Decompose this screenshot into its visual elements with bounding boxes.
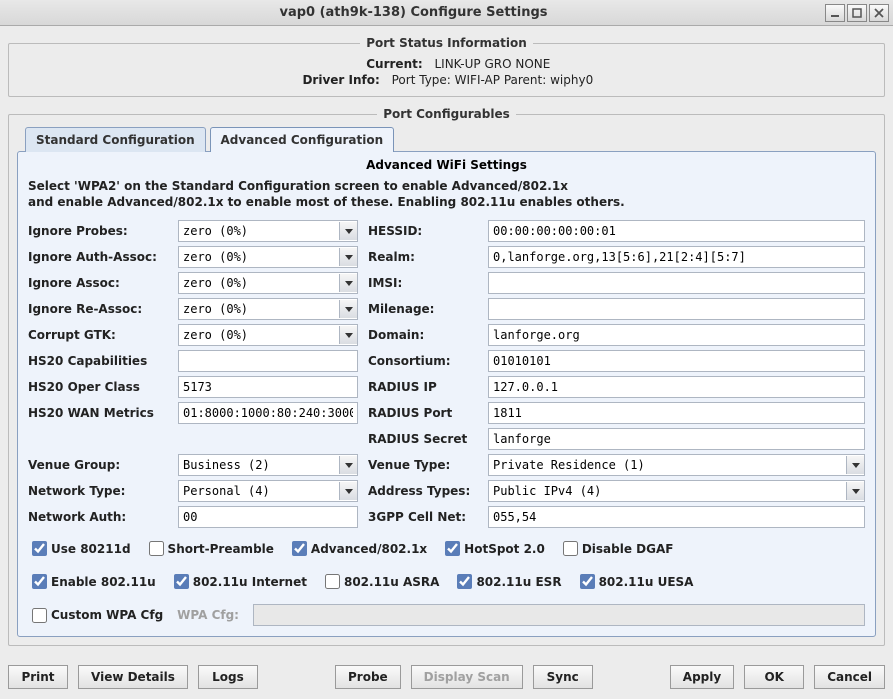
chevron-down-icon [846,482,864,500]
driver-info-label: Driver Info: [300,73,380,87]
chevron-down-icon [339,248,357,266]
sync-button[interactable]: Sync [533,665,593,689]
chevron-down-icon [339,482,357,500]
corrupt-gtk-label: Corrupt GTK: [28,328,168,342]
domain-label: Domain: [368,328,478,342]
titlebar: vap0 (ath9k-138) Configure Settings [0,0,893,26]
ignore-auth-assoc-combo[interactable]: zero (0%) [178,246,358,268]
hint-text: Select 'WPA2' on the Standard Configurat… [28,178,865,210]
hessid-label: HESSID: [368,224,478,238]
corrupt-gtk-combo[interactable]: zero (0%) [178,324,358,346]
ignore-re-assoc-label: Ignore Re-Assoc: [28,302,168,316]
disable-dgaf-checkbox[interactable]: Disable DGAF [559,538,674,559]
ignore-re-assoc-combo[interactable]: zero (0%) [178,298,358,320]
bottom-toolbar: Print View Details Logs Probe Display Sc… [8,665,885,689]
ignore-auth-assoc-label: Ignore Auth-Assoc: [28,250,168,264]
apply-button[interactable]: Apply [670,665,734,689]
radius-secret-label: RADIUS Secret [368,432,478,446]
ignore-assoc-combo[interactable]: zero (0%) [178,272,358,294]
milenage-field[interactable] [488,298,865,320]
imsi-field[interactable] [488,272,865,294]
hs20-wan-field[interactable] [178,402,358,424]
logs-button[interactable]: Logs [198,665,258,689]
radius-port-field[interactable] [488,402,865,424]
venue-type-label: Venue Type: [368,458,478,472]
network-type-combo[interactable]: Personal (4) [178,480,358,502]
network-type-label: Network Type: [28,484,168,498]
advanced-wifi-title: Advanced WiFi Settings [28,158,865,172]
chevron-down-icon [339,456,357,474]
consortium-label: Consortium: [368,354,478,368]
close-button[interactable] [869,4,889,22]
chevron-down-icon [339,222,357,240]
port-status-legend: Port Status Information [360,36,533,50]
radius-secret-field[interactable] [488,428,865,450]
hs20-oper-label: HS20 Oper Class [28,380,168,394]
venue-group-combo[interactable]: Business (2) [178,454,358,476]
print-button[interactable]: Print [8,665,68,689]
view-details-button[interactable]: View Details [78,665,188,689]
port-configurables-legend: Port Configurables [377,107,516,121]
consortium-field[interactable] [488,350,865,372]
maximize-button[interactable] [847,4,867,22]
hs20-cap-label: HS20 Capabilities [28,354,168,368]
gpp-cell-label: 3GPP Cell Net: [368,510,478,524]
imsi-label: IMSI: [368,276,478,290]
ignore-assoc-label: Ignore Assoc: [28,276,168,290]
probe-button[interactable]: Probe [335,665,401,689]
ignore-probes-combo[interactable]: zero (0%) [178,220,358,242]
tab-standard[interactable]: Standard Configuration [25,127,206,152]
domain-field[interactable] [488,324,865,346]
80211u-esr-checkbox[interactable]: 802.11u ESR [453,571,561,592]
realm-label: Realm: [368,250,478,264]
short-preamble-checkbox[interactable]: Short-Preamble [145,538,274,559]
radius-ip-label: RADIUS IP [368,380,478,394]
address-types-label: Address Types: [368,484,478,498]
hessid-field[interactable] [488,220,865,242]
hs20-cap-field[interactable] [178,350,358,372]
minimize-button[interactable] [825,4,845,22]
chevron-down-icon [339,274,357,292]
driver-info-value: Port Type: WIFI-AP Parent: wiphy0 [392,73,594,87]
venue-group-label: Venue Group: [28,458,168,472]
address-types-combo[interactable]: Public IPv4 (4) [488,480,865,502]
ok-button[interactable]: OK [744,665,804,689]
current-label: Current: [343,57,423,71]
advanced-8021x-checkbox[interactable]: Advanced/802.1x [288,538,427,559]
venue-type-combo[interactable]: Private Residence (1) [488,454,865,476]
tab-pane-advanced: Advanced WiFi Settings Select 'WPA2' on … [17,151,876,637]
wpa-cfg-field [253,604,865,626]
network-auth-field[interactable] [178,506,358,528]
gpp-cell-field[interactable] [488,506,865,528]
display-scan-button: Display Scan [411,665,523,689]
port-configurables-group: Port Configurables Standard Configuratio… [8,107,885,646]
80211u-uesa-checkbox[interactable]: 802.11u UESA [576,571,694,592]
ignore-probes-label: Ignore Probes: [28,224,168,238]
radius-port-label: RADIUS Port [368,406,478,420]
custom-wpa-cfg-checkbox[interactable]: Custom WPA Cfg [28,605,163,626]
realm-field[interactable] [488,246,865,268]
80211u-internet-checkbox[interactable]: 802.11u Internet [170,571,307,592]
current-value: LINK-UP GRO NONE [434,57,550,71]
cancel-button[interactable]: Cancel [814,665,885,689]
port-status-group: Port Status Information Current: LINK-UP… [8,36,885,97]
80211u-asra-checkbox[interactable]: 802.11u ASRA [321,571,439,592]
chevron-down-icon [339,300,357,318]
window-title: vap0 (ath9k-138) Configure Settings [4,5,823,20]
network-auth-label: Network Auth: [28,510,168,524]
tab-bar: Standard Configuration Advanced Configur… [25,127,876,152]
hotspot20-checkbox[interactable]: HotSpot 2.0 [441,538,545,559]
chevron-down-icon [846,456,864,474]
chevron-down-icon [339,326,357,344]
hs20-oper-field[interactable] [178,376,358,398]
enable-80211u-checkbox[interactable]: Enable 802.11u [28,571,156,592]
tab-advanced[interactable]: Advanced Configuration [210,127,395,152]
milenage-label: Milenage: [368,302,478,316]
use-80211d-checkbox[interactable]: Use 80211d [28,538,131,559]
hs20-wan-label: HS20 WAN Metrics [28,406,168,420]
wpa-cfg-label: WPA Cfg: [177,608,239,622]
radius-ip-field[interactable] [488,376,865,398]
